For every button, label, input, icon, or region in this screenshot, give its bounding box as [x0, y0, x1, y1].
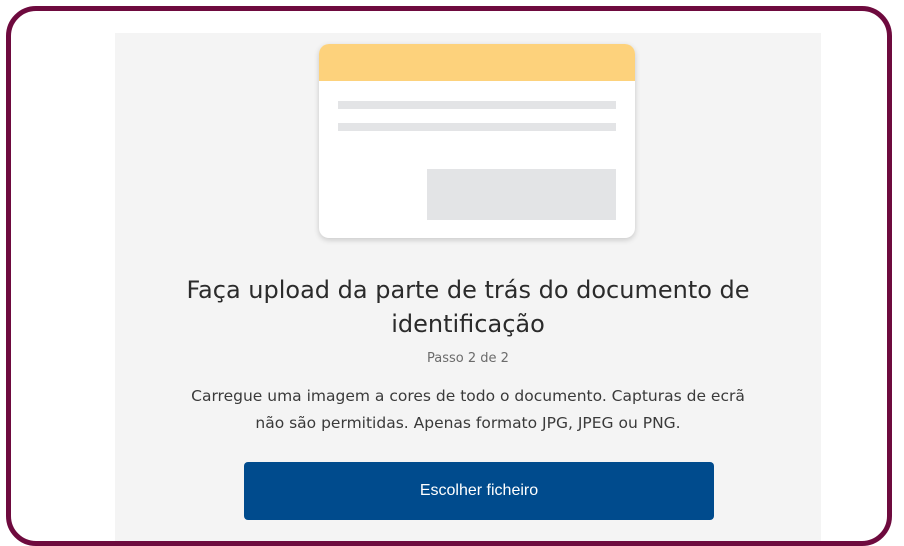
page-title: Faça upload da parte de trás do document…	[186, 276, 750, 338]
id-card-text-line	[338, 123, 616, 131]
upload-instructions: Carregue uma imagem a cores de todo o do…	[191, 387, 745, 432]
step-indicator: Passo 2 de 2	[427, 351, 509, 366]
id-card-back-icon	[319, 44, 635, 238]
choose-file-button[interactable]: Escolher ficheiro	[244, 462, 714, 520]
id-card-barcode-area	[427, 169, 616, 220]
upload-panel: Faça upload da parte de trás do document…	[115, 33, 821, 541]
id-card-header-band	[319, 44, 635, 81]
id-card-text-line	[338, 101, 616, 109]
modal-frame: Faça upload da parte de trás do document…	[6, 6, 892, 546]
